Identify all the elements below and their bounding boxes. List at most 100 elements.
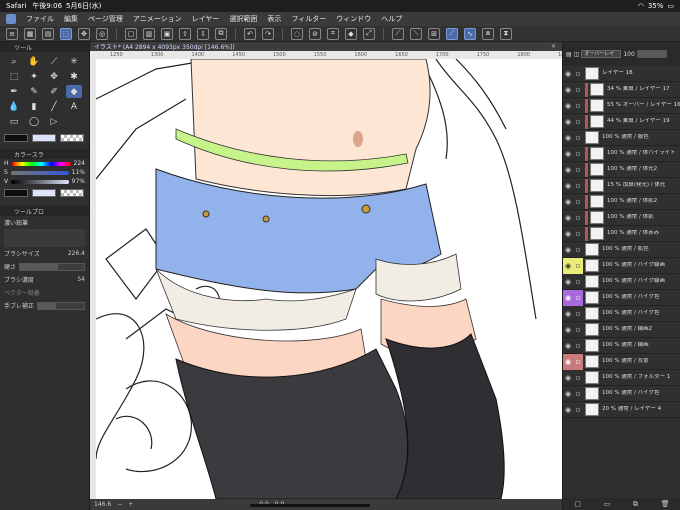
lock-icon[interactable]: ▫ <box>573 386 583 402</box>
menu-animation[interactable]: アニメーション <box>133 14 182 24</box>
saturation-slider[interactable]: S 11% <box>0 168 89 177</box>
vector-snap-row[interactable]: ベクター吸着 <box>0 286 89 299</box>
visibility-eye-icon[interactable]: ◉ <box>563 210 573 226</box>
menu-help[interactable]: ヘルプ <box>381 14 402 24</box>
balloon-icon[interactable]: ◯ <box>26 115 42 128</box>
grid-icon[interactable]: ▦ <box>24 27 36 40</box>
layer-row[interactable]: ◉ ▫ 100 % 通常 / バイク線画 <box>563 257 680 274</box>
hue-slider[interactable]: H 224 <box>0 159 89 168</box>
blend-mode-select[interactable]: オーバーレイ <box>581 50 622 58</box>
fill-icon[interactable]: ◆ <box>345 27 357 40</box>
lock-icon[interactable]: ▫ <box>573 162 583 178</box>
menu-page[interactable]: ページ管理 <box>88 14 123 24</box>
layer-row[interactable]: ◉ ▫ 100 % 通常 / バイク線画 <box>563 274 680 290</box>
menu-window[interactable]: ウィンドウ <box>336 14 371 24</box>
layer-tool-icon[interactable]: ▤ <box>566 51 572 58</box>
new-file-icon[interactable]: ▢ <box>125 27 137 40</box>
menu-selection[interactable]: 選択範囲 <box>229 14 257 24</box>
visibility-eye-icon[interactable]: ◉ <box>563 338 573 354</box>
lock-icon[interactable]: ▫ <box>573 274 583 290</box>
lock-icon[interactable]: ▫ <box>573 257 583 274</box>
layer-prop-icon[interactable]: ◫ <box>574 51 580 58</box>
menu-view[interactable]: 表示 <box>267 14 281 24</box>
layer-row[interactable]: ◉ ▫ 34 % 乗算 / レイヤー 17 <box>563 82 680 98</box>
main-color-swatch-2[interactable] <box>4 189 28 197</box>
density-row[interactable]: ブラシ濃度 54 <box>0 273 89 286</box>
move-layer-icon[interactable]: ✥ <box>46 70 62 83</box>
layer-row[interactable]: ◉ ▫ 100 % 通常 / 服色 <box>563 130 680 146</box>
layer-row[interactable]: ◉ ▫ 100 % 通常 / 体光2 <box>563 162 680 178</box>
layer-row[interactable]: ◉ ▫ 100 % 通常 / 肌色 <box>563 242 680 258</box>
lock-icon[interactable]: ▫ <box>573 353 583 370</box>
visibility-eye-icon[interactable]: ◉ <box>563 242 573 258</box>
lock-icon[interactable]: ▫ <box>573 114 583 130</box>
deselect-icon[interactable]: ⊘ <box>309 27 321 40</box>
export-icon[interactable]: ⇧ <box>179 27 191 40</box>
lock-icon[interactable]: ▫ <box>573 194 583 210</box>
frame-icon[interactable]: ▭ <box>6 115 22 128</box>
layout-icon[interactable]: ▤ <box>42 27 54 40</box>
visibility-eye-icon[interactable]: ◉ <box>563 98 573 114</box>
sub-color-swatch[interactable] <box>32 134 56 142</box>
lock-icon[interactable]: ▫ <box>573 82 583 98</box>
layer-row[interactable]: ◉ ▫ 100 % 通常 / 体ハイライト <box>563 146 680 162</box>
blend-icon[interactable]: 💧 <box>6 100 22 113</box>
opacity-value[interactable]: 100 <box>623 51 634 58</box>
visibility-eye-icon[interactable]: ◉ <box>563 226 573 242</box>
import-icon[interactable]: ⇩ <box>197 27 209 40</box>
close-icon[interactable]: ✕ <box>551 43 556 50</box>
visibility-eye-icon[interactable]: ◉ <box>563 66 573 82</box>
hand-icon[interactable]: ✋ <box>26 55 42 68</box>
lasso-icon[interactable]: ◌ <box>291 27 303 40</box>
drawing-canvas[interactable] <box>96 59 562 499</box>
camera-icon[interactable]: ◎ <box>96 27 108 40</box>
visibility-eye-icon[interactable]: ◉ <box>563 322 573 338</box>
perspective-icon[interactable]: ⧈ <box>482 27 494 40</box>
visibility-eye-icon[interactable]: ◉ <box>563 146 573 162</box>
pencil-icon[interactable]: ✎ <box>26 85 42 98</box>
symmetry-icon[interactable]: ⧗ <box>500 27 512 40</box>
menu-edit[interactable]: 編集 <box>64 14 78 24</box>
line-icon[interactable]: ╱ <box>46 100 62 113</box>
snap-icon[interactable]: ⟍ <box>410 27 422 40</box>
menu-toggle-icon[interactable]: ≡ <box>6 27 18 40</box>
lock-icon[interactable]: ▫ <box>573 338 583 354</box>
visibility-eye-icon[interactable]: ◉ <box>563 353 573 370</box>
visibility-eye-icon[interactable]: ◉ <box>563 386 573 402</box>
layer-row[interactable]: ◉ ▫ 100 % 通常 / バイク色 <box>563 306 680 322</box>
lock-icon[interactable]: ▫ <box>573 98 583 114</box>
pen-icon[interactable]: ✒ <box>6 85 22 98</box>
visibility-eye-icon[interactable]: ◉ <box>563 306 573 322</box>
pen-pressure-icon[interactable]: ⟋ <box>446 27 458 40</box>
correction-icon[interactable]: ▷ <box>46 115 62 128</box>
lock-icon[interactable]: ▫ <box>573 402 583 418</box>
visibility-eye-icon[interactable]: ◉ <box>563 130 573 146</box>
visibility-eye-icon[interactable]: ◉ <box>563 162 573 178</box>
eyedropper-icon[interactable]: ⟋ <box>46 55 62 68</box>
crop-icon[interactable]: ⌗ <box>327 27 339 40</box>
value-slider[interactable]: V 97% <box>0 177 89 186</box>
lock-icon[interactable]: ▫ <box>573 289 583 306</box>
menu-file[interactable]: ファイル <box>26 14 54 24</box>
visibility-eye-icon[interactable]: ◉ <box>563 257 573 274</box>
copy-layer-icon[interactable]: ⧉ <box>633 500 638 509</box>
lock-icon[interactable]: ▫ <box>573 210 583 226</box>
canvas-tab[interactable]: イラスト* (A4 2894 x 4093px 350dpi [146.6%])… <box>90 42 562 51</box>
lock-icon[interactable]: ▫ <box>573 130 583 146</box>
visibility-eye-icon[interactable]: ◉ <box>563 289 573 306</box>
layer-row[interactable]: ◉ ▫ 55 % オーバー / レイヤー 16 <box>563 98 680 114</box>
stabilizer-icon[interactable]: ∿ <box>464 27 476 40</box>
wand-icon[interactable]: ✦ <box>26 70 42 83</box>
move-icon[interactable]: ✥ <box>78 27 90 40</box>
visibility-eye-icon[interactable]: ◉ <box>563 114 573 130</box>
diamond-tool-icon[interactable]: ◆ <box>66 85 82 98</box>
layer-row[interactable]: ◉ ▫ 100 % 通常 / 体影 <box>563 210 680 226</box>
sparkle-icon[interactable]: ✳ <box>66 55 82 68</box>
gradient-icon[interactable]: ▮ <box>26 100 42 113</box>
layer-row[interactable]: ◉ ▫ 44 % 乗算 / レイヤー 19 <box>563 114 680 130</box>
layer-row[interactable]: ◉ ▫ レイヤー 18 <box>563 66 680 82</box>
new-folder-icon[interactable]: ▭ <box>604 500 611 508</box>
visibility-eye-icon[interactable]: ◉ <box>563 178 573 194</box>
delete-layer-icon[interactable]: 🗑 <box>661 500 670 508</box>
layer-row[interactable]: ◉ ▫ 100 % 通常 / バイク色 <box>563 289 680 306</box>
